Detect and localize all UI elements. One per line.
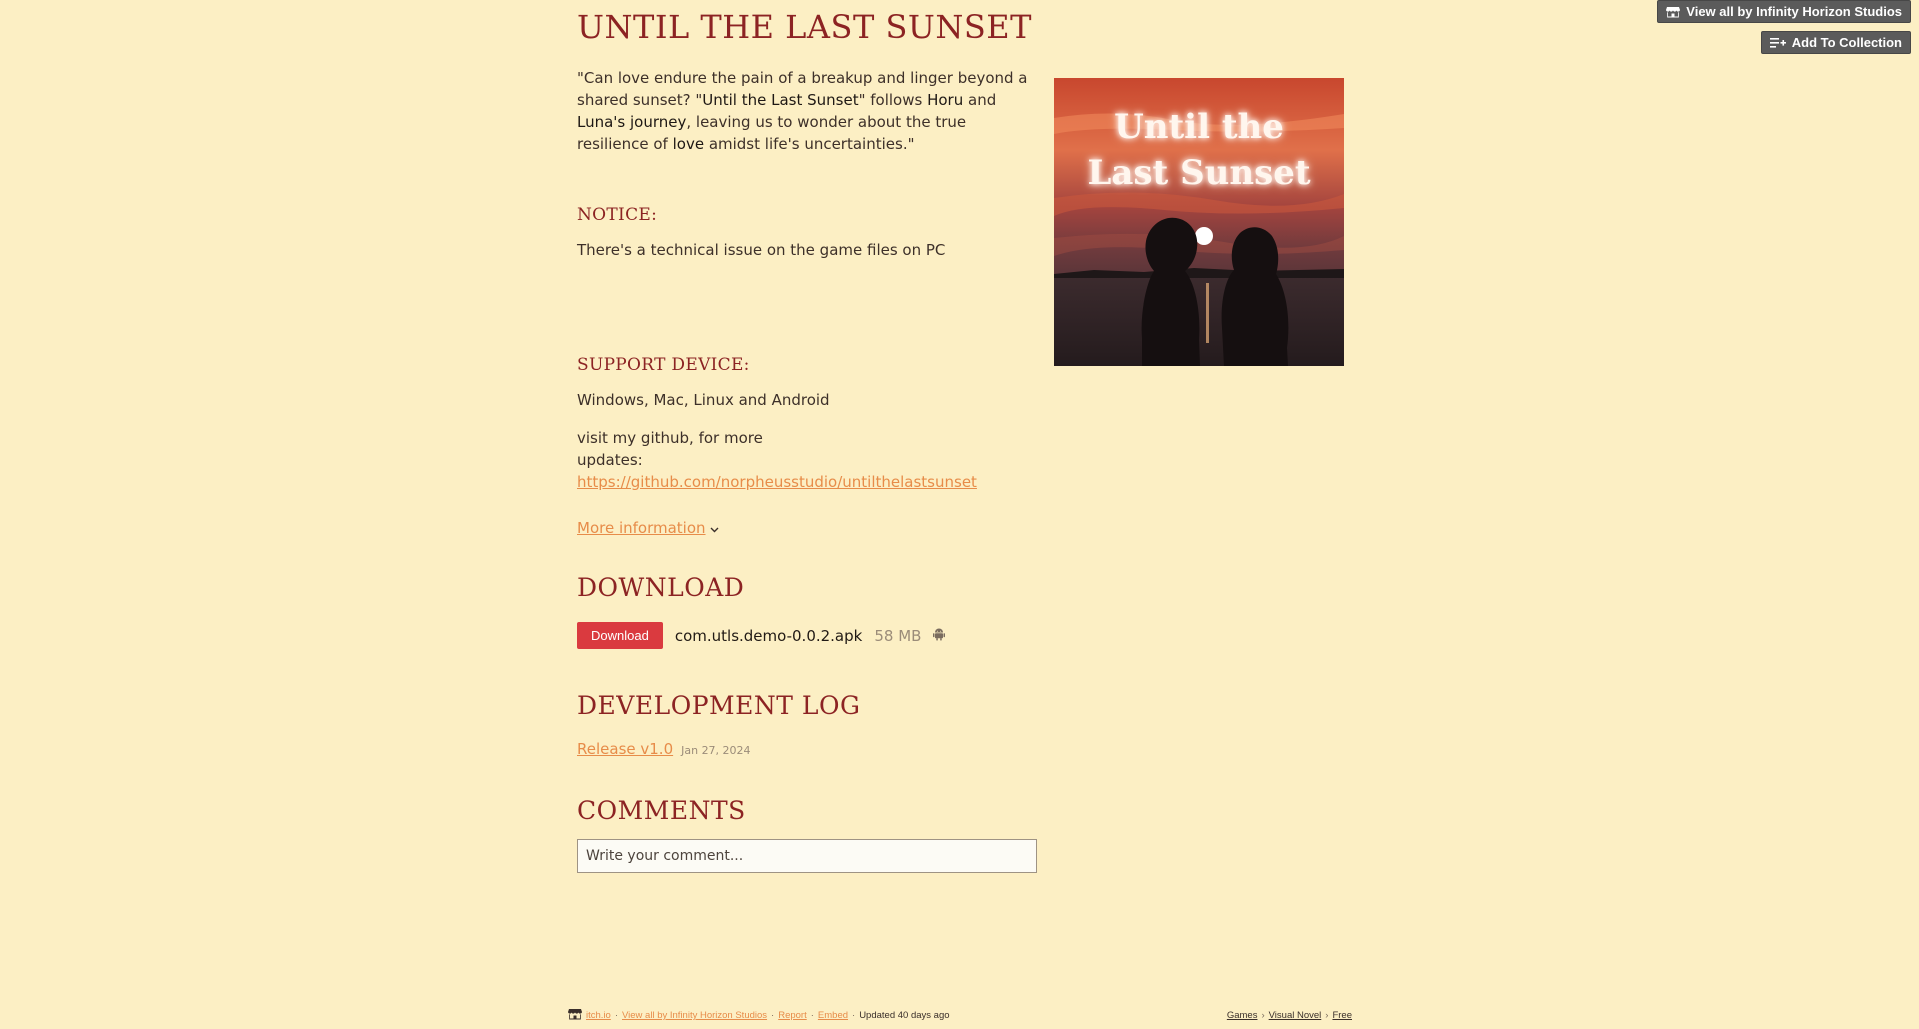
playlist-add-icon — [1769, 37, 1786, 49]
footer-view-all-link[interactable]: View all by Infinity Horizon Studios — [622, 1010, 767, 1021]
devlog-entry-link[interactable]: Release v1.0 — [577, 740, 673, 758]
footer: itch.io · View all by Infinity Horizon S… — [568, 1008, 1352, 1023]
footer-left: itch.io · View all by Infinity Horizon S… — [568, 1008, 950, 1023]
view-all-label: View all by Infinity Horizon Studios — [1686, 4, 1902, 19]
file-size: 58 MB — [874, 626, 922, 645]
add-collection-label: Add To Collection — [1791, 35, 1902, 50]
support-heading: SUPPORT DEVICE: — [577, 355, 750, 375]
download-button[interactable]: Download — [577, 622, 663, 649]
devlog-heading: DEVELOPMENT LOG — [577, 691, 861, 720]
top-actions: View all by Infinity Horizon Studios Add… — [1657, 0, 1911, 54]
devlog-entry-date: Jan 27, 2024 — [681, 744, 751, 757]
add-to-collection-button[interactable]: Add To Collection — [1760, 31, 1911, 54]
chevron-down-icon — [710, 519, 719, 537]
footer-report-link[interactable]: Report — [778, 1010, 807, 1021]
notice-heading: NOTICE: — [577, 205, 658, 225]
content-row: Until the Last Sunset "Can love endure t… — [577, 67, 1347, 873]
support-text: Windows, Mac, Linux and Android — [577, 391, 830, 409]
cover-image[interactable]: Until the Last Sunset — [1054, 78, 1344, 366]
file-name: com.utls.demo-0.0.2.apk — [674, 626, 863, 645]
intro-text: "Can love endure the pain of a breakup a… — [577, 69, 1028, 153]
game-page: UNTIL THE LAST SUNSET Until the Last Sun… — [577, 0, 1347, 873]
download-row: Download com.utls.demo-0.0.2.apk 58 MB — [577, 622, 1037, 649]
comments-heading: COMMENTS — [577, 796, 746, 825]
more-information-toggle[interactable]: More information — [577, 519, 719, 537]
notice-text: There's a technical issue on the game fi… — [577, 241, 946, 259]
download-heading: DOWNLOAD — [577, 573, 745, 602]
tag-games[interactable]: Games — [1227, 1010, 1258, 1021]
view-all-button[interactable]: View all by Infinity Horizon Studios — [1657, 0, 1911, 23]
tag-free[interactable]: Free — [1332, 1010, 1352, 1021]
github-text: visit my github, for more updates: https… — [577, 429, 977, 491]
itchio-logo-icon[interactable] — [568, 1008, 582, 1023]
game-title: UNTIL THE LAST SUNSET — [577, 8, 1032, 46]
footer-tags: Games › Visual Novel › Free — [1226, 1010, 1352, 1021]
itchio-store-icon — [1666, 6, 1681, 18]
description: "Can love endure the pain of a breakup a… — [577, 67, 1037, 873]
comment-input[interactable] — [577, 839, 1037, 873]
android-icon — [933, 626, 946, 645]
github-link[interactable]: https://github.com/norpheusstudio/untilt… — [577, 473, 977, 491]
devlog-entry: Release v1.0 Jan 27, 2024 — [577, 740, 1037, 758]
footer-embed-link[interactable]: Embed — [818, 1010, 848, 1021]
cover-title: Until the Last Sunset — [1087, 107, 1311, 193]
tag-visual-novel[interactable]: Visual Novel — [1269, 1010, 1322, 1021]
footer-updated: Updated 40 days ago — [859, 1010, 950, 1021]
footer-itchio-link[interactable]: itch.io — [586, 1010, 611, 1021]
